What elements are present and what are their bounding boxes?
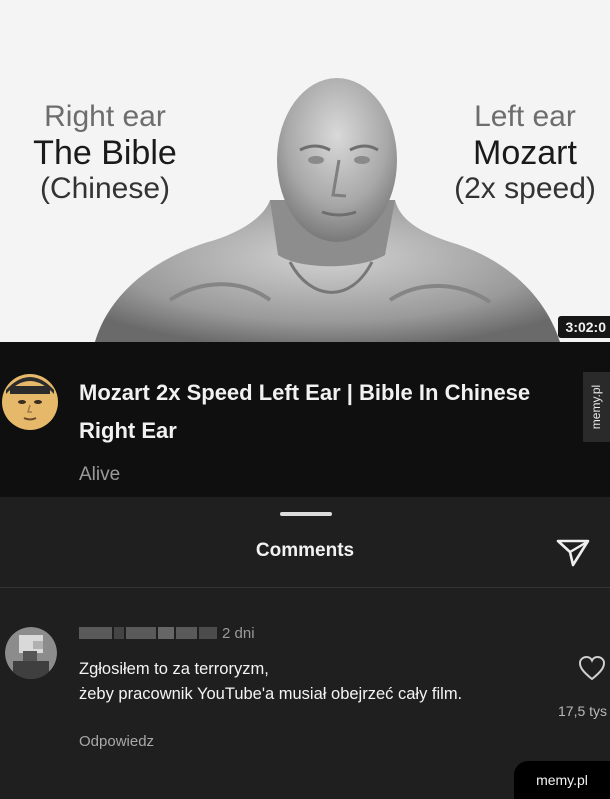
comment-text: Zgłosiłem to za terroryzm, żeby pracowni… (79, 657, 462, 707)
like-count: 17,5 tys (558, 703, 608, 719)
right-ear-caption: Right ear The Bible (Chinese) (20, 100, 190, 205)
side-watermark: memy.pl (583, 372, 610, 442)
left-ear-caption: Left ear Mozart (2x speed) (440, 100, 610, 205)
comment-text-line-1: Zgłosiłem to za terroryzm, (79, 660, 269, 678)
channel-name[interactable]: Alive (79, 464, 120, 486)
video-info-panel: Mozart 2x Speed Left Ear | Bible In Chin… (0, 342, 610, 497)
bottom-watermark: memy.pl (514, 761, 610, 799)
reply-button[interactable]: Odpowiedz (79, 733, 154, 750)
side-watermark-text: memy.pl (589, 384, 604, 430)
comment-text-line-2: żeby pracownik YouTube'a musiał obejrzeć… (79, 685, 463, 703)
channel-avatar[interactable] (0, 372, 60, 432)
comments-sheet: Comments 2 dni Zgłosiłem to za terroryzm… (0, 497, 610, 799)
right-ear-label: Right ear (44, 100, 166, 133)
speed-label: (2x speed) (454, 171, 596, 205)
chinese-label: (Chinese) (39, 171, 171, 205)
heart-icon[interactable] (578, 655, 606, 681)
comments-title: Comments (255, 540, 355, 561)
bottom-watermark-text: memy.pl (536, 772, 588, 788)
left-ear-label: Left ear (474, 100, 576, 133)
send-icon[interactable] (556, 537, 590, 567)
mozart-label: Mozart (473, 133, 577, 172)
video-duration-badge: 3:02:0 (557, 316, 610, 338)
video-thumbnail[interactable]: Right ear The Bible (Chinese) Left ear M… (0, 0, 610, 342)
comment-time: 2 dni (222, 625, 255, 642)
bible-label: The Bible (33, 133, 177, 172)
sheet-divider (0, 587, 610, 588)
commenter-username-redacted[interactable] (79, 627, 217, 639)
video-title[interactable]: Mozart 2x Speed Left Ear | Bible In Chin… (79, 374, 549, 450)
commenter-avatar[interactable] (5, 627, 57, 679)
sheet-drag-handle[interactable] (280, 512, 332, 516)
